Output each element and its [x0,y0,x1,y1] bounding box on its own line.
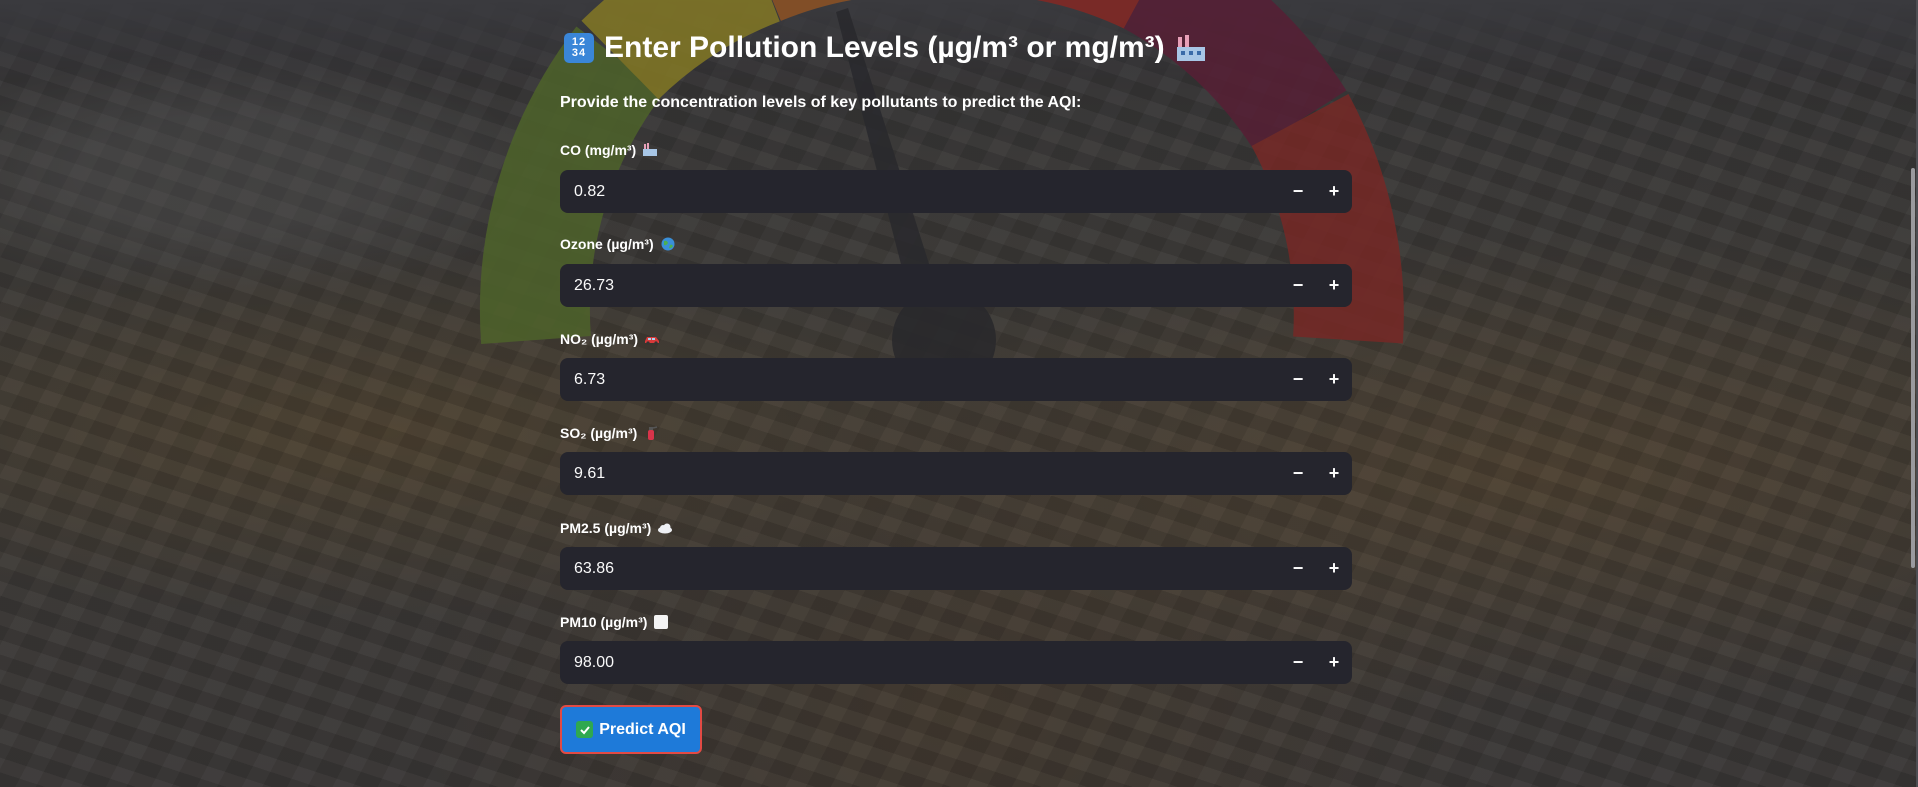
white-square-icon [654,615,669,629]
instructions-text: Provide the concentration levels of key … [560,94,1082,111]
co-decrement-button[interactable]: − [1280,170,1316,213]
no2-label-text: NO₂ (µg/m³) [560,331,639,347]
factory-icon [643,143,658,156]
car-icon [645,337,660,345]
pm25-increment-button[interactable]: + [1316,547,1352,590]
predict-aqi-button-label: Predict AQI [599,720,686,738]
pm10-number-input: 98.00 − + [560,641,1352,684]
ozone-label-text: Ozone (µg/m³) [560,236,654,252]
predict-aqi-button[interactable]: Predict AQI [560,705,702,754]
pm10-label: PM10 (µg/m³) [560,614,669,630]
no2-label: NO₂ (µg/m³) [560,331,660,347]
so2-label: SO₂ (µg/m³) [560,425,659,441]
no2-input[interactable]: 6.73 [560,371,1280,389]
co-number-input: 0.82 − + [560,170,1352,213]
fire-extinguisher-icon [648,426,658,440]
co-label-text: CO (mg/m³) [560,142,637,158]
ozone-input[interactable]: 26.73 [560,277,1280,295]
pm25-input[interactable]: 63.86 [560,560,1280,578]
co-input[interactable]: 0.82 [560,183,1280,201]
ozone-label: Ozone (µg/m³) [560,236,676,252]
page-scrollbar[interactable] [1911,168,1915,568]
co-label: CO (mg/m³) [560,142,658,158]
page-title: 12 34 Enter Pollution Levels (µg/m³ or mg… [564,31,1207,65]
so2-number-input: 9.61 − + [560,452,1352,495]
pm25-decrement-button[interactable]: − [1280,547,1316,590]
ozone-number-input: 26.73 − + [560,264,1352,307]
pm10-decrement-button[interactable]: − [1280,641,1316,684]
check-mark-button-icon [576,721,594,738]
input-numbers-icon: 12 34 [564,33,594,63]
pm25-label-text: PM2.5 (µg/m³) [560,520,652,536]
so2-decrement-button[interactable]: − [1280,452,1316,495]
factory-icon [1176,35,1205,61]
no2-number-input: 6.73 − + [560,358,1352,401]
so2-increment-button[interactable]: + [1316,452,1352,495]
ozone-decrement-button[interactable]: − [1280,264,1316,307]
page-title-text: Enter Pollution Levels (µg/m³ or mg/m³) [604,31,1165,64]
so2-label-text: SO₂ (µg/m³) [560,425,638,441]
pm10-input[interactable]: 98.00 [560,654,1280,672]
cloud-icon [658,523,673,534]
ozone-increment-button[interactable]: + [1316,264,1352,307]
no2-increment-button[interactable]: + [1316,358,1352,401]
globe-icon [661,237,675,251]
pm25-number-input: 63.86 − + [560,547,1352,590]
pm10-increment-button[interactable]: + [1316,641,1352,684]
pm25-label: PM2.5 (µg/m³) [560,520,673,536]
no2-decrement-button[interactable]: − [1280,358,1316,401]
pm10-label-text: PM10 (µg/m³) [560,614,648,630]
co-increment-button[interactable]: + [1316,170,1352,213]
so2-input[interactable]: 9.61 [560,465,1280,483]
